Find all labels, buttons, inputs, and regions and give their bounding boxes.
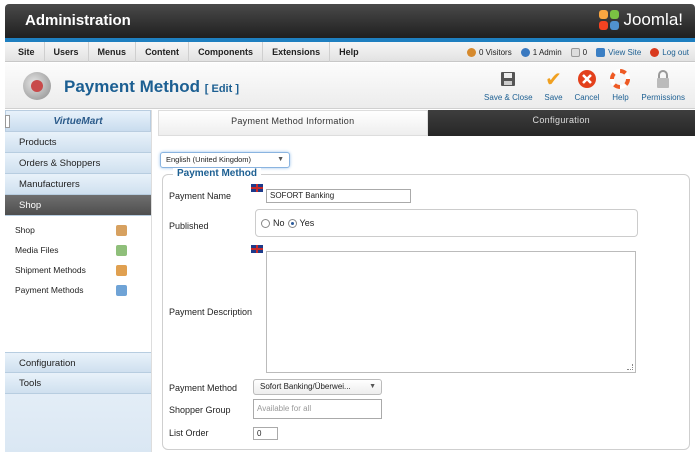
toolbar: Payment Method [ Edit ] Save & Close ✔ S… bbox=[5, 63, 695, 109]
published-yes-radio[interactable] bbox=[287, 218, 297, 228]
payment-name-input[interactable]: SOFORT Banking bbox=[266, 189, 411, 203]
resize-handle-icon[interactable] bbox=[627, 364, 633, 370]
logout-icon bbox=[650, 47, 660, 57]
sidebar-section-shop[interactable]: Shop bbox=[5, 195, 151, 216]
media-icon bbox=[116, 244, 127, 256]
published-no-radio[interactable] bbox=[261, 218, 270, 228]
main-menu: Site Users Menus Content Components Exte… bbox=[5, 42, 695, 62]
uk-flag-icon bbox=[251, 184, 263, 192]
joomla-logo-text: Joomla! bbox=[623, 10, 683, 29]
payment-description-label: Payment Description bbox=[169, 307, 253, 317]
fieldset-legend: Payment Method bbox=[173, 168, 262, 179]
sidebar-section-configuration[interactable]: Configuration bbox=[5, 352, 151, 373]
users-icon bbox=[466, 47, 476, 57]
menu-menus[interactable]: Menus bbox=[89, 42, 137, 62]
joomla-logo-icon bbox=[599, 10, 620, 30]
language-select[interactable]: English (United Kingdom) ▼ bbox=[160, 152, 290, 168]
virtuemart-logo: VirtueMart bbox=[5, 110, 151, 132]
page-subtitle: [ Edit ] bbox=[204, 83, 239, 95]
tab-bar: Payment Method Information Configuration bbox=[158, 110, 695, 136]
visitors-status: 0 Visitors bbox=[466, 47, 512, 57]
payment-description-textarea[interactable] bbox=[266, 251, 636, 373]
help-button[interactable]: Help bbox=[607, 68, 633, 102]
sidebar-section-products[interactable]: Products bbox=[5, 132, 151, 153]
monitor-icon bbox=[596, 47, 606, 57]
sidebar-item-shop[interactable]: Shop bbox=[5, 220, 151, 240]
tab-payment-method-information[interactable]: Payment Method Information bbox=[158, 110, 428, 136]
payment-name-label: Payment Name bbox=[169, 191, 232, 201]
shopper-group-label: Shopper Group bbox=[169, 405, 231, 415]
uk-flag-icon bbox=[251, 245, 263, 253]
sidebar-collapse-handle[interactable] bbox=[5, 115, 10, 128]
logout-link[interactable]: Log out bbox=[650, 47, 689, 57]
payment-method-select[interactable]: Sofort Banking/Überwei... ▼ bbox=[253, 379, 382, 395]
admin-header: Administration Joomla! bbox=[5, 4, 695, 38]
save-close-button[interactable]: Save & Close bbox=[482, 68, 534, 102]
payment-method-icon bbox=[23, 72, 51, 100]
published-label: Published bbox=[169, 221, 209, 231]
admins-status: 1 Admin bbox=[520, 47, 562, 57]
check-icon: ✔ bbox=[545, 68, 562, 91]
payment-method-label: Payment Method bbox=[169, 383, 238, 393]
page-title: Payment Method [ Edit ] bbox=[64, 77, 239, 96]
sidebar-section-orders-shoppers[interactable]: Orders & Shoppers bbox=[5, 153, 151, 174]
mail-icon bbox=[570, 47, 580, 57]
menu-extensions[interactable]: Extensions bbox=[263, 42, 331, 62]
sidebar-section-tools[interactable]: Tools bbox=[5, 373, 151, 394]
sidebar: VirtueMart Products Orders & Shoppers Ma… bbox=[5, 110, 152, 452]
list-order-label: List Order bbox=[169, 428, 209, 438]
joomla-logo[interactable]: Joomla! bbox=[599, 10, 683, 30]
main-content: Payment Method Information Configuration… bbox=[158, 110, 695, 452]
truck-icon bbox=[116, 264, 127, 276]
messages-status[interactable]: 0 bbox=[570, 47, 587, 57]
sidebar-item-payment-methods[interactable]: Payment Methods bbox=[5, 280, 151, 300]
menu-help[interactable]: Help bbox=[330, 42, 368, 62]
sidebar-bottom: Configuration Tools bbox=[5, 352, 151, 452]
shopper-group-input[interactable]: Available for all bbox=[253, 399, 382, 419]
cancel-button[interactable]: Cancel bbox=[573, 68, 602, 102]
sidebar-item-shipment-methods[interactable]: Shipment Methods bbox=[5, 260, 151, 280]
list-order-input[interactable]: 0 bbox=[253, 427, 278, 440]
lock-icon bbox=[652, 68, 674, 90]
shop-icon bbox=[116, 224, 127, 236]
tab-configuration[interactable]: Configuration bbox=[427, 110, 695, 136]
sidebar-section-manufacturers[interactable]: Manufacturers bbox=[5, 174, 151, 195]
menu-users[interactable]: Users bbox=[45, 42, 89, 62]
save-button[interactable]: ✔ Save bbox=[541, 68, 567, 103]
menu-components[interactable]: Components bbox=[189, 42, 264, 62]
menu-content[interactable]: Content bbox=[136, 42, 190, 62]
permissions-button[interactable]: Permissions bbox=[639, 68, 687, 102]
payment-icon bbox=[116, 284, 127, 296]
admin-title: Administration bbox=[25, 12, 131, 29]
payment-method-fieldset: Payment Method Payment Name SOFORT Banki… bbox=[162, 168, 690, 450]
view-site-link[interactable]: View Site bbox=[596, 47, 641, 57]
chevron-down-icon: ▼ bbox=[277, 156, 284, 163]
shop-submenu: Shop Media Files Shipment Methods Paymen… bbox=[5, 216, 151, 304]
admin-icon bbox=[520, 47, 530, 57]
sidebar-item-media-files[interactable]: Media Files bbox=[5, 240, 151, 260]
save-close-icon bbox=[497, 68, 519, 90]
help-icon bbox=[609, 68, 631, 90]
published-radio-group: No Yes bbox=[255, 209, 638, 237]
menu-site[interactable]: Site bbox=[9, 42, 45, 62]
cancel-icon bbox=[576, 68, 598, 90]
chevron-down-icon: ▼ bbox=[369, 383, 376, 390]
